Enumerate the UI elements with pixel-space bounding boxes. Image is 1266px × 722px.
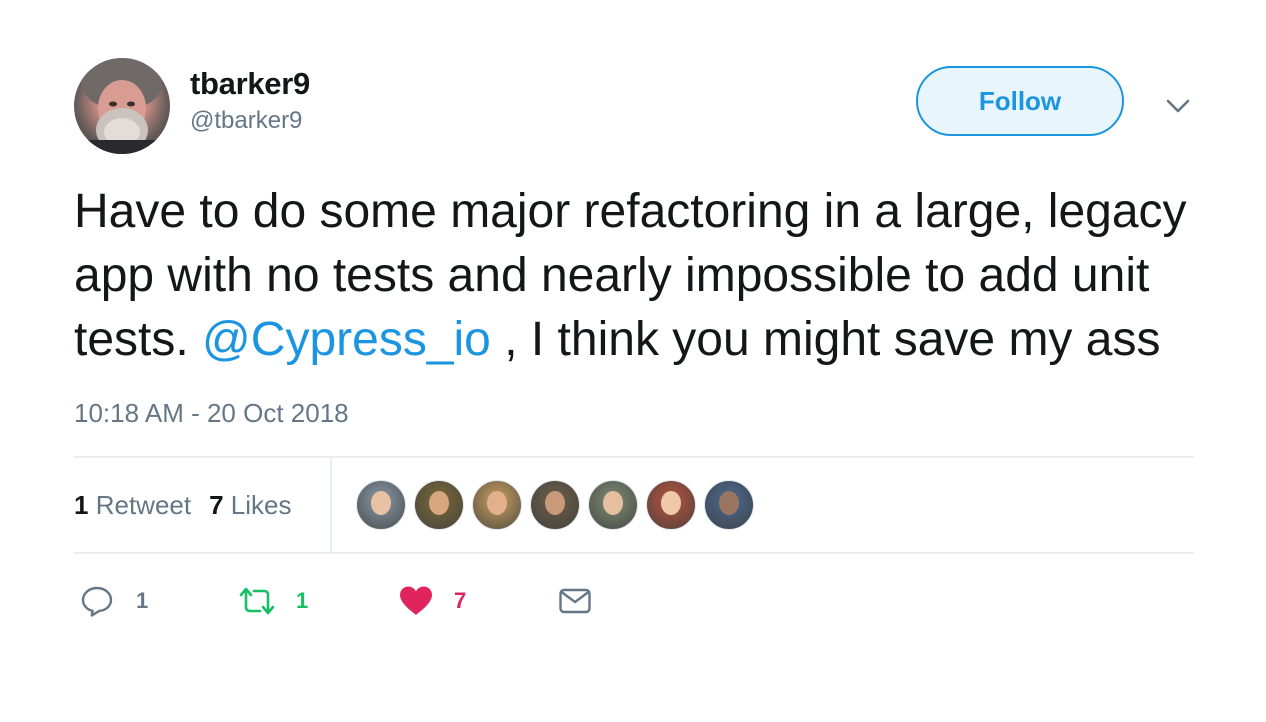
like-count: 7 [209,490,224,520]
liker-face-icon [661,491,681,515]
tweet-timestamp[interactable]: 10:18 AM - 20 Oct 2018 [74,398,1194,428]
reply-icon [81,586,113,617]
liker-face-icon [545,491,565,515]
like-label: Likes [230,490,292,520]
liker-face-icon [487,491,507,515]
heart-icon [400,586,432,615]
mention-link[interactable]: @Cypress_io [202,313,491,366]
liker-face-icon [371,491,391,515]
liker-face-icon [429,491,449,515]
like-stat[interactable]: 7 Likes [209,490,291,520]
liker-avatar[interactable] [704,480,754,530]
retweet-action-count: 1 [296,588,309,613]
liker-avatar[interactable] [356,480,406,530]
tweet-text: Have to do some major refactoring in a l… [74,180,1194,372]
retweet-count: 1 [74,490,89,520]
tweet-stats: 1 Retweet 7 Likes [74,456,1194,554]
retweet-stat[interactable]: 1 Retweet [74,490,191,520]
retweet-button[interactable]: 1 [236,584,316,618]
retweet-icon [239,587,275,615]
stat-counts: 1 Retweet 7 Likes [74,458,332,552]
chevron-down-icon[interactable] [1164,94,1192,118]
tweet-card: tbarker9 @tbarker9 Follow Have to do som… [74,58,1194,644]
liker-avatar[interactable] [472,480,522,530]
reply-count: 1 [136,588,149,613]
follow-button[interactable]: Follow [916,66,1124,136]
avatar-portrait-icon [74,58,170,154]
liker-avatar[interactable] [530,480,580,530]
like-action-count: 7 [454,588,467,613]
tweet-actions: 1 1 7 [74,554,1194,644]
reply-button[interactable]: 1 [80,584,160,618]
author-names: tbarker9 @tbarker9 [190,66,310,136]
author-display-name[interactable]: tbarker9 [190,66,310,102]
direct-message-button[interactable] [558,584,598,618]
tweet-text-part: , I think you might save my ass [490,313,1161,366]
tweet-header: tbarker9 @tbarker9 Follow [74,58,1194,154]
liker-avatar[interactable] [588,480,638,530]
liker-face-icon [603,491,623,515]
liker-avatar[interactable] [414,480,464,530]
like-button[interactable]: 7 [398,584,478,618]
author-screen-name[interactable]: @tbarker9 [190,106,310,136]
liker-face-icon [719,491,739,515]
liker-avatar[interactable] [646,480,696,530]
retweet-label: Retweet [95,490,192,520]
envelope-icon [559,588,591,614]
user-avatar[interactable] [74,58,170,154]
